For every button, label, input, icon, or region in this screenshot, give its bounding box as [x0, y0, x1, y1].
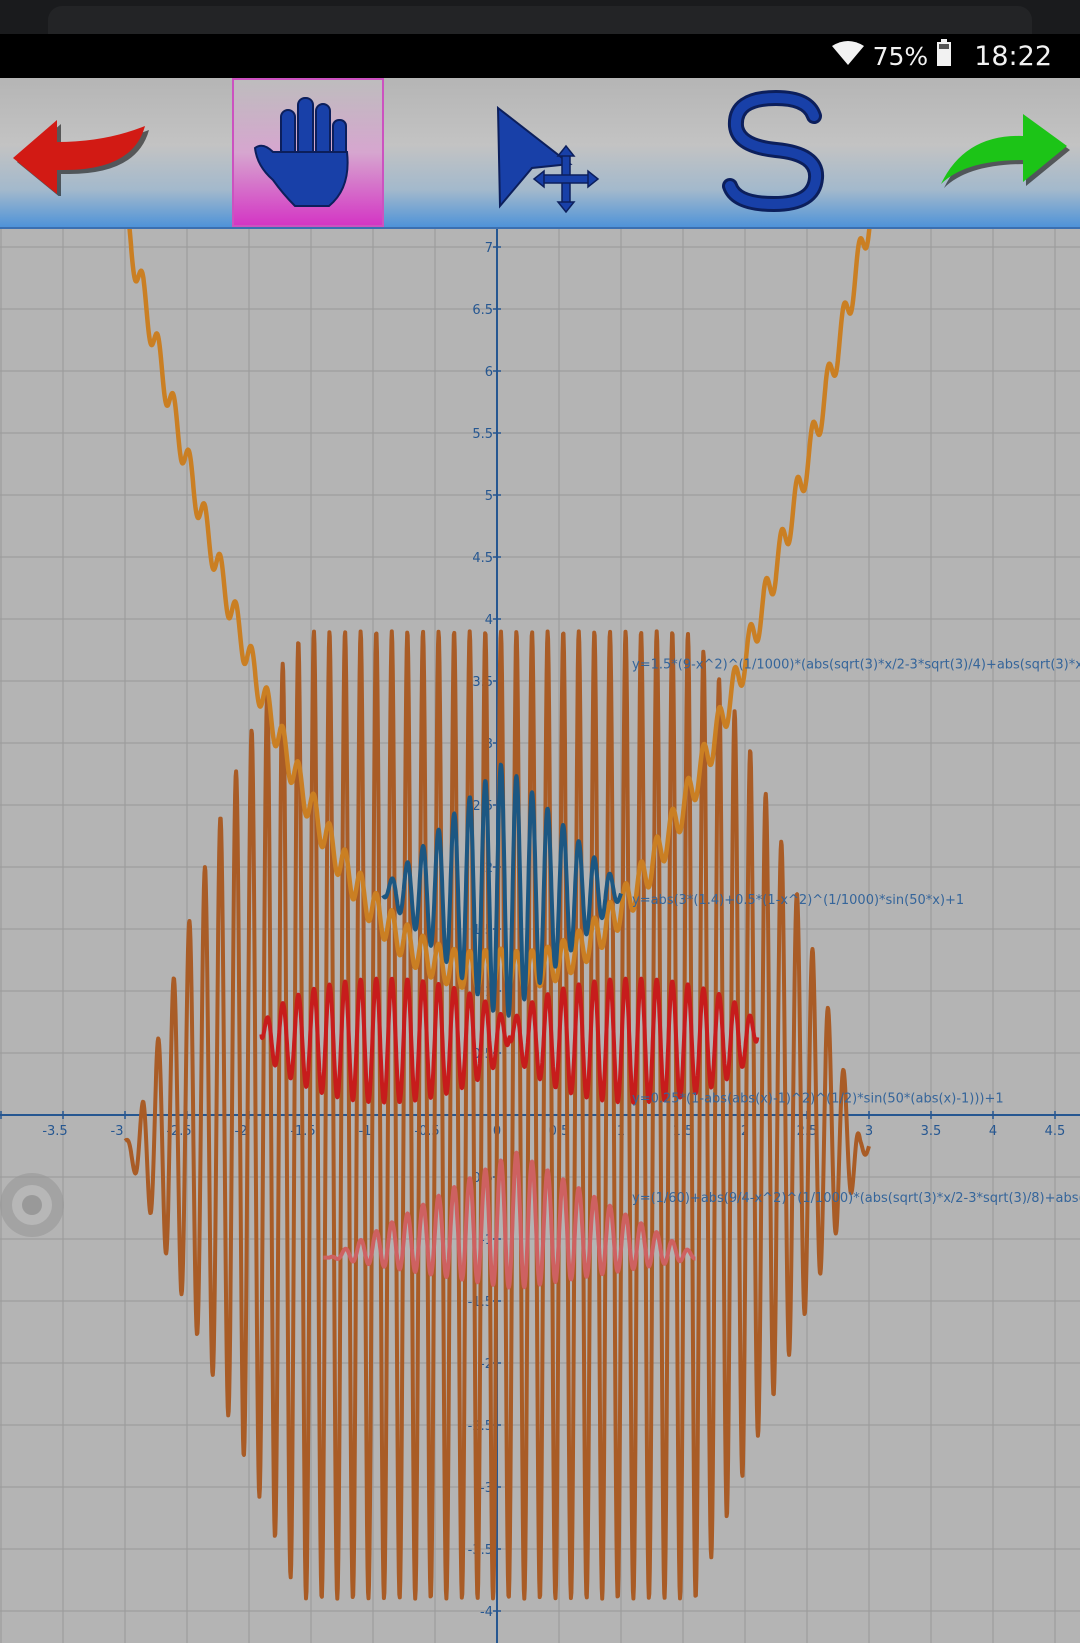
toolbar	[0, 78, 1080, 229]
s-letter-icon	[710, 88, 840, 217]
battery-percent: 75%	[872, 41, 929, 71]
clock: 18:22	[974, 40, 1052, 72]
device-bezel	[0, 0, 1080, 34]
pointer-move-icon	[480, 88, 610, 217]
undo-arrow-icon	[5, 106, 155, 200]
function-plot[interactable]: -4-3.5-3-2.5-2-1.5-1-0.500.511.522.533.5…	[0, 229, 1080, 1643]
floating-menu-icon[interactable]	[0, 1173, 64, 1237]
redo-button[interactable]	[920, 78, 1080, 227]
s-tool-button[interactable]	[700, 78, 850, 227]
redo-arrow-icon	[925, 106, 1075, 200]
select-move-button[interactable]	[470, 78, 620, 227]
status-bar: 75% 18:22	[0, 34, 1080, 78]
graph-canvas[interactable]: -4-3.5-3-2.5-2-1.5-1-0.500.511.522.533.5…	[0, 229, 1080, 1643]
battery-icon	[936, 39, 952, 73]
hand-icon	[243, 88, 373, 217]
screen-dim	[0, 229, 1080, 1643]
pan-hand-button[interactable]	[232, 78, 384, 227]
undo-button[interactable]	[0, 78, 160, 227]
wifi-icon	[831, 40, 865, 72]
